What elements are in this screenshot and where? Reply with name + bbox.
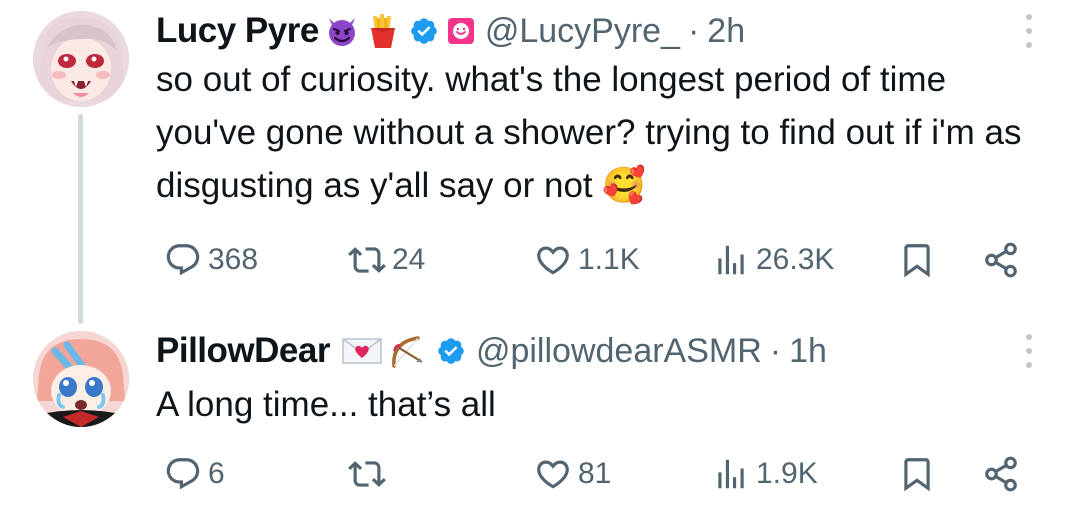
- reply-icon: [166, 244, 200, 276]
- bookmark-button[interactable]: [898, 452, 936, 496]
- separator: ·: [687, 11, 700, 50]
- share-button[interactable]: [982, 238, 1020, 282]
- affiliate-badge-icon[interactable]: [447, 17, 475, 45]
- handle[interactable]: @LucyPyre_: [485, 12, 680, 51]
- more-vertical-icon[interactable]: [1024, 334, 1034, 368]
- like-count: 81: [578, 457, 612, 490]
- views-button[interactable]: 1.9K: [712, 452, 818, 496]
- tweet-header: Lucy Pyre @LucyPyre_ · 2h: [156, 6, 1000, 56]
- reply-count: 6: [208, 457, 225, 490]
- retweet-button[interactable]: 24: [348, 238, 425, 282]
- heart-icon: [537, 460, 569, 489]
- verified-badge-icon[interactable]: [409, 16, 439, 46]
- avatar[interactable]: [33, 331, 129, 427]
- like-button[interactable]: 1.1K: [534, 238, 640, 282]
- display-name[interactable]: PillowDear: [156, 331, 330, 371]
- retweet-button[interactable]: [348, 452, 392, 496]
- like-button[interactable]: 81: [534, 452, 611, 496]
- verified-badge-icon[interactable]: [436, 336, 466, 366]
- tweet-text: so out of curiosity. what's the longest …: [156, 60, 1022, 205]
- tweet-header: PillowDear @pillowdearASMR · 1h: [156, 326, 1000, 376]
- action-bar: 368 24 1.1K 26.3K: [156, 238, 1036, 282]
- fries-emoji-icon: [367, 13, 399, 49]
- view-count: 26.3K: [756, 243, 835, 276]
- views-button[interactable]: 26.3K: [712, 238, 834, 282]
- thread-line: [78, 114, 83, 324]
- action-bar: 6 81 1.9K: [156, 452, 1036, 496]
- retweet-icon: [348, 461, 386, 487]
- tweet[interactable]: Lucy Pyre @LucyPyre_ · 2h so out of curi…: [0, 0, 1080, 324]
- like-count: 1.1K: [578, 243, 640, 276]
- reply-button[interactable]: 368: [164, 238, 258, 282]
- reply-button[interactable]: 6: [164, 452, 225, 496]
- avatar[interactable]: [33, 11, 129, 107]
- bookmark-button[interactable]: [898, 238, 936, 282]
- share-icon: [985, 456, 1017, 492]
- timestamp[interactable]: 1h: [789, 332, 827, 371]
- retweet-icon: [348, 247, 386, 273]
- display-name[interactable]: Lucy Pyre: [156, 11, 319, 51]
- tweet[interactable]: PillowDear @pillowdearASMR · 1h A long t…: [0, 320, 1080, 509]
- devil-emoji-icon: [325, 14, 359, 48]
- heart-icon: [537, 246, 569, 275]
- retweet-count: 24: [392, 243, 426, 276]
- views-icon: [718, 459, 744, 489]
- views-icon: [718, 245, 744, 275]
- bow-and-arrow-emoji-icon: [388, 332, 426, 370]
- bookmark-icon: [904, 458, 930, 492]
- timestamp[interactable]: 2h: [707, 12, 745, 51]
- more-vertical-icon[interactable]: [1024, 14, 1034, 48]
- bookmark-icon: [904, 244, 930, 278]
- share-icon: [985, 242, 1017, 278]
- view-count: 1.9K: [756, 457, 818, 490]
- separator: ·: [769, 331, 782, 370]
- reply-icon: [166, 458, 200, 490]
- handle[interactable]: @pillowdearASMR: [476, 332, 762, 371]
- reply-count: 368: [208, 243, 259, 276]
- share-button[interactable]: [982, 452, 1020, 496]
- tweet-text: A long time... that’s all: [156, 385, 496, 424]
- love-letter-emoji-icon: [342, 336, 382, 366]
